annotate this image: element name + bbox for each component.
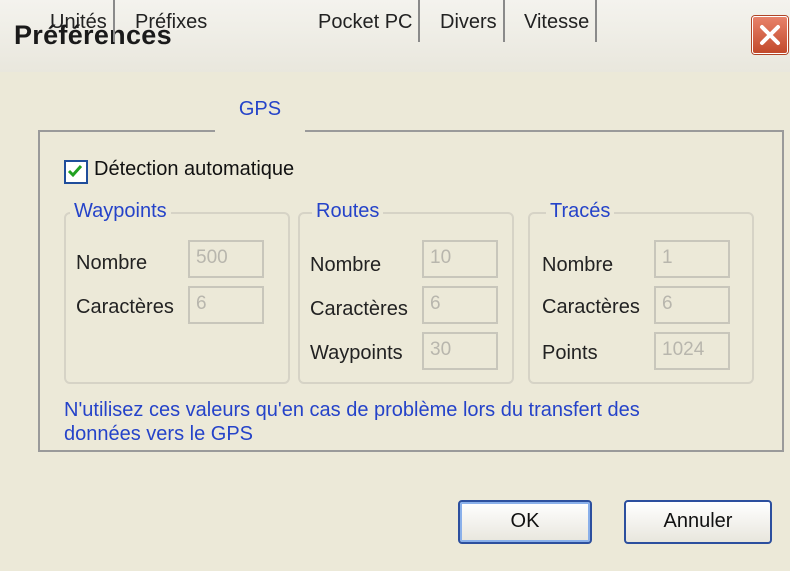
routes-waypoints-label: Waypoints	[310, 342, 403, 364]
routes-nombre-field[interactable]: 10	[422, 240, 498, 278]
tab-unites[interactable]: Unités	[50, 0, 115, 42]
tab-prefixes[interactable]: Préfixes	[135, 0, 207, 42]
cancel-button[interactable]: Annuler	[624, 500, 772, 544]
ok-button[interactable]: OK	[458, 500, 592, 544]
traces-caracteres-label: Caractères	[542, 296, 640, 318]
traces-points-label: Points	[542, 342, 598, 364]
tab-gps[interactable]: GPS	[215, 86, 305, 132]
waypoints-group-title: Waypoints	[70, 200, 171, 223]
traces-caracteres-field[interactable]: 6	[654, 286, 730, 324]
traces-nombre-field[interactable]: 1	[654, 240, 730, 278]
waypoints-nombre-field[interactable]: 500	[188, 240, 264, 278]
traces-nombre-label: Nombre	[542, 254, 614, 276]
routes-group-title: Routes	[312, 200, 384, 223]
waypoints-caracteres-label: Caractères	[76, 296, 174, 318]
routes-caracteres-field[interactable]: 6	[422, 286, 498, 324]
close-button[interactable]	[752, 16, 788, 54]
checkmark-icon	[67, 165, 83, 178]
waypoints-nombre-label: Nombre	[76, 252, 148, 274]
auto-detect-label: Détection automatique	[94, 158, 295, 180]
tab-vitesse[interactable]: Vitesse	[524, 0, 598, 42]
tab-pocket-pc[interactable]: Pocket PC	[318, 0, 421, 42]
waypoints-caracteres-field[interactable]: 6	[188, 286, 264, 324]
routes-waypoints-field[interactable]: 30	[422, 332, 498, 370]
routes-caracteres-label: Caractères	[310, 298, 408, 320]
traces-points-field[interactable]: 1024	[654, 332, 730, 370]
tab-gps-label: GPS	[238, 98, 282, 120]
routes-nombre-label: Nombre	[310, 254, 382, 276]
info-note: N'utilisez ces valeurs qu'en cas de prob…	[64, 399, 640, 445]
close-icon	[760, 25, 780, 45]
traces-group-title: Tracés	[546, 200, 615, 223]
tab-divers[interactable]: Divers	[440, 0, 505, 42]
auto-detect-checkbox[interactable]	[64, 160, 88, 184]
